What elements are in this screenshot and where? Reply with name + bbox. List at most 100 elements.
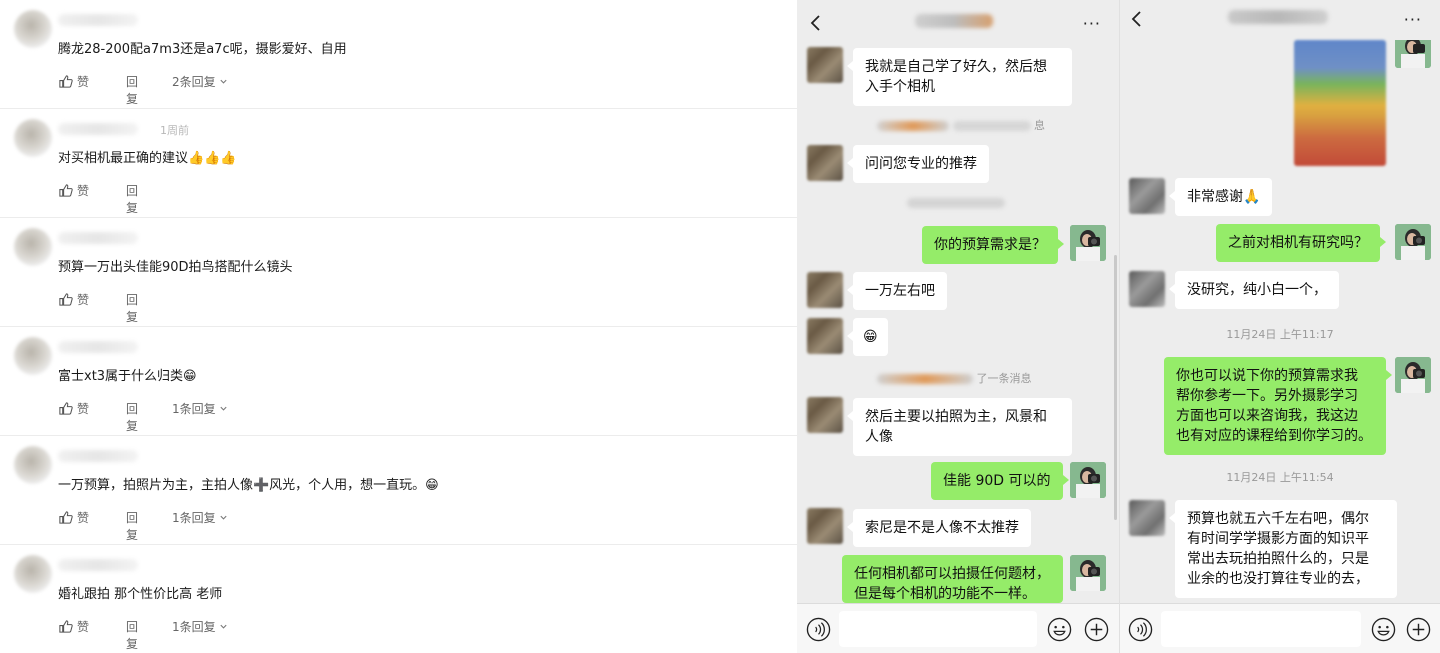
more-menu-button[interactable]: ··· bbox=[1404, 10, 1422, 29]
message-text: 佳能 90D 可以的 bbox=[943, 473, 1051, 489]
avatar[interactable] bbox=[1395, 40, 1431, 68]
comment-text: 富士xt3属于什么归类😁 bbox=[58, 369, 197, 384]
view-replies-button[interactable]: 2条回复 bbox=[172, 73, 228, 90]
comment-list: 腾龙28-200配a7m3还是a7c呢，摄影爱好、自用 赞 回复 2条回复 1周… bbox=[0, 0, 797, 653]
avatar[interactable] bbox=[14, 337, 52, 375]
thumbs-up-icon bbox=[59, 619, 73, 633]
avatar[interactable] bbox=[1395, 357, 1431, 393]
chevron-down-icon bbox=[220, 624, 227, 629]
voice-icon[interactable] bbox=[806, 617, 831, 642]
avatar[interactable] bbox=[807, 318, 843, 354]
avatar[interactable] bbox=[14, 555, 52, 593]
message-bubble: 你的预算需求是？ bbox=[922, 226, 1064, 264]
message-text: 没研究，纯小白一个， bbox=[1187, 282, 1327, 298]
message-text: 索尼是不是人像不太推荐 bbox=[865, 520, 1019, 536]
redacted-text bbox=[907, 198, 1005, 208]
replies-count: 1条回复 bbox=[172, 620, 216, 634]
redacted-text bbox=[952, 121, 1031, 131]
like-label: 赞 bbox=[77, 183, 90, 198]
like-label: 赞 bbox=[77, 292, 90, 307]
timestamp: 11月24日 上午11:54 bbox=[1226, 471, 1334, 484]
input-bar bbox=[797, 603, 1119, 653]
avatar[interactable] bbox=[1395, 224, 1431, 260]
comment-item: 富士xt3属于什么归类😁 赞 回复 1条回复 bbox=[0, 327, 797, 436]
message-bubble: 我就是自己学了好久，然后想 入手个相机 bbox=[847, 48, 1072, 106]
avatar[interactable] bbox=[14, 10, 52, 48]
back-arrow-icon[interactable] bbox=[809, 14, 823, 32]
comment-actions: 赞 回复 bbox=[58, 181, 138, 215]
message-text: 预算也就五六千左右吧，偶尔 有时间学学摄影方面的知识平 常出去玩拍拍照什么的，只… bbox=[1187, 511, 1369, 587]
username-redacted bbox=[58, 123, 138, 135]
profile-photo bbox=[1070, 225, 1106, 261]
view-replies-button[interactable]: 1条回复 bbox=[172, 618, 228, 635]
avatar[interactable] bbox=[14, 446, 52, 484]
like-button[interactable]: 赞 bbox=[58, 400, 106, 417]
chat-header: ··· bbox=[1120, 0, 1440, 44]
message-bubble: 非常感谢🙏 bbox=[1168, 178, 1273, 216]
back-arrow-icon[interactable] bbox=[1130, 10, 1144, 28]
replies-count: 1条回复 bbox=[172, 511, 216, 525]
more-menu-button[interactable]: ··· bbox=[1083, 14, 1101, 33]
emoji-icon[interactable] bbox=[1371, 617, 1396, 642]
avatar[interactable] bbox=[1070, 225, 1106, 261]
message-input[interactable] bbox=[839, 611, 1037, 647]
notice-text: 了一条消息 bbox=[976, 372, 1032, 385]
reply-button[interactable]: 回复 bbox=[126, 400, 138, 434]
reply-button[interactable]: 回复 bbox=[126, 182, 138, 216]
message-text: 你的预算需求是？ bbox=[934, 237, 1046, 253]
username-redacted bbox=[58, 14, 138, 26]
message-bubble: 索尼是不是人像不太推荐 bbox=[847, 509, 1031, 547]
system-notice: 了一条消息 bbox=[877, 370, 1032, 386]
reply-button[interactable]: 回复 bbox=[126, 618, 138, 652]
view-replies-button[interactable]: 1条回复 bbox=[172, 509, 228, 526]
message-text: 任何相机都可以拍摄任何题材， 但是每个相机的功能不一样。 bbox=[854, 566, 1050, 602]
like-label: 赞 bbox=[77, 74, 90, 89]
emoji-icon[interactable] bbox=[1047, 617, 1072, 642]
avatar[interactable] bbox=[1129, 178, 1165, 214]
reply-button[interactable]: 回复 bbox=[126, 73, 138, 107]
like-button[interactable]: 赞 bbox=[58, 182, 106, 199]
plus-icon[interactable] bbox=[1084, 617, 1109, 642]
avatar[interactable] bbox=[807, 508, 843, 544]
message-bubble: 😁 bbox=[847, 318, 888, 356]
comment-text: 一万预算，拍照片为主，主拍人像➕风光，个人用，想一直玩。😁 bbox=[58, 478, 439, 493]
message-input[interactable] bbox=[1161, 611, 1361, 647]
comment-item: 一万预算，拍照片为主，主拍人像➕风光，个人用，想一直玩。😁 赞 回复 1条回复 bbox=[0, 436, 797, 545]
avatar[interactable] bbox=[1129, 500, 1165, 536]
like-button[interactable]: 赞 bbox=[58, 291, 106, 308]
voice-icon[interactable] bbox=[1128, 617, 1153, 642]
avatar[interactable] bbox=[807, 47, 843, 83]
avatar[interactable] bbox=[1129, 271, 1165, 307]
shared-image[interactable] bbox=[1294, 40, 1386, 166]
like-button[interactable]: 赞 bbox=[58, 73, 106, 90]
like-label: 赞 bbox=[77, 510, 90, 525]
comment-text: 对买相机最正确的建议👍👍👍 bbox=[58, 151, 237, 166]
like-button[interactable]: 赞 bbox=[58, 509, 106, 526]
avatar[interactable] bbox=[1070, 462, 1106, 498]
comment-item: 1周前 对买相机最正确的建议👍👍👍 赞 回复 bbox=[0, 109, 797, 218]
avatar[interactable] bbox=[1070, 555, 1106, 591]
reply-button[interactable]: 回复 bbox=[126, 291, 138, 325]
chat-header: ··· bbox=[797, 0, 1119, 44]
avatar[interactable] bbox=[14, 228, 52, 266]
like-button[interactable]: 赞 bbox=[58, 618, 106, 635]
comment-item: 婚礼跟拍 那个性价比高 老师 赞 回复 1条回复 bbox=[0, 545, 797, 653]
message-text: 你也可以说下你的预算需求我 帮你参考一下。另外摄影学习 方面也可以来咨询我，我这… bbox=[1176, 368, 1372, 444]
profile-photo bbox=[1070, 462, 1106, 498]
plus-icon[interactable] bbox=[1406, 617, 1431, 642]
system-notice: 息 bbox=[877, 117, 1045, 133]
comment-actions: 赞 回复 1条回复 bbox=[58, 399, 227, 433]
avatar[interactable] bbox=[807, 272, 843, 308]
view-replies-button[interactable]: 1条回复 bbox=[172, 400, 228, 417]
thumbs-up-icon bbox=[59, 183, 73, 197]
reply-button[interactable]: 回复 bbox=[126, 509, 138, 543]
avatar[interactable] bbox=[807, 145, 843, 181]
profile-photo bbox=[1395, 40, 1431, 68]
comment-item: 预算一万出头佳能90D拍鸟搭配什么镜头 赞 回复 bbox=[0, 218, 797, 327]
username-redacted bbox=[58, 559, 138, 571]
avatar[interactable] bbox=[807, 397, 843, 433]
like-label: 赞 bbox=[77, 401, 90, 416]
comment-actions: 赞 回复 1条回复 bbox=[58, 508, 227, 542]
avatar[interactable] bbox=[14, 119, 52, 157]
scrollbar[interactable] bbox=[1114, 255, 1117, 520]
